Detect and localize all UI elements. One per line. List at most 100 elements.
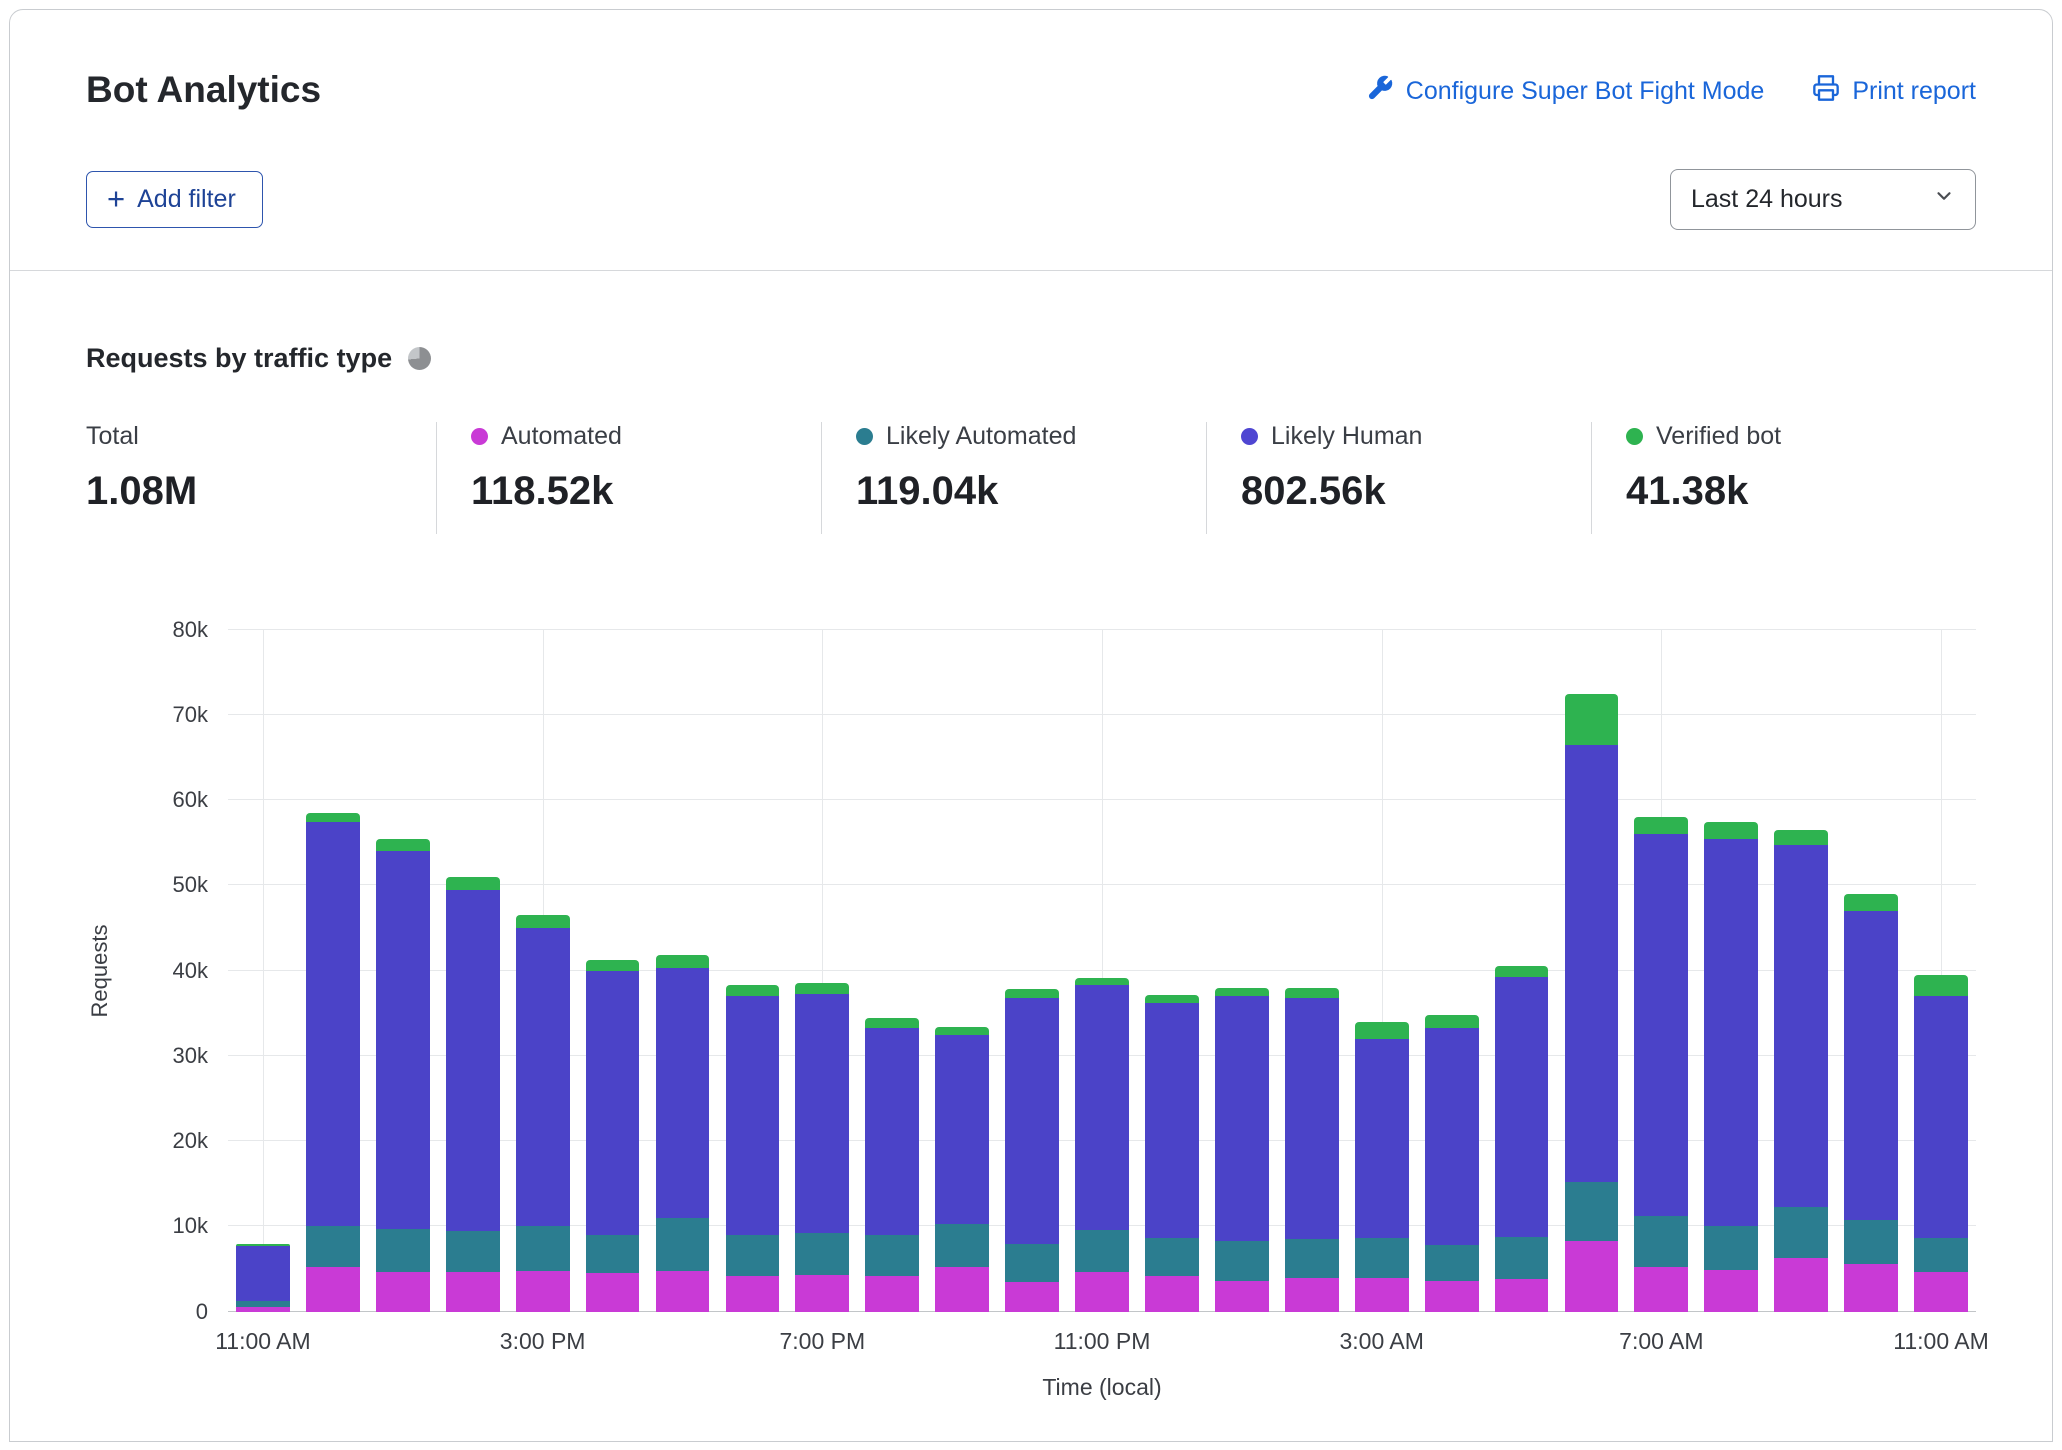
stat-verified-bot: Verified bot 41.38k: [1591, 421, 1976, 534]
bar-segment-verified-bot: [1634, 817, 1689, 835]
bar-segment-automated: [725, 1275, 780, 1312]
bar-slot: [1207, 630, 1277, 1312]
bar-segment-verified-bot: [1284, 987, 1339, 998]
bar-segment-automated: [445, 1271, 500, 1312]
bar-segment-automated: [1634, 1267, 1689, 1312]
stacked-bar[interactable]: [1214, 630, 1269, 1312]
stacked-bar[interactable]: [1354, 630, 1409, 1312]
stat-likely-human: Likely Human 802.56k: [1206, 421, 1591, 534]
stacked-bar[interactable]: [1914, 630, 1968, 1312]
x-axis-tick: 3:00 AM: [1339, 1327, 1424, 1354]
time-range-select[interactable]: Last 24 hours: [1670, 168, 1976, 230]
bar-slot: [368, 630, 438, 1312]
stacked-bar[interactable]: [1284, 630, 1339, 1312]
stat-label: Likely Automated: [886, 421, 1077, 450]
stacked-bar[interactable]: [236, 630, 290, 1312]
bar-slot: [1906, 630, 1976, 1312]
stacked-bar[interactable]: [795, 630, 850, 1312]
y-axis-tick: 40k: [172, 957, 208, 983]
bar-segment-likely-human: [725, 996, 780, 1235]
stacked-bar[interactable]: [1774, 630, 1829, 1312]
bar-slot: [1626, 630, 1696, 1312]
bar-segment-automated: [515, 1270, 570, 1312]
y-axis-tick: 20k: [172, 1128, 208, 1154]
bar-segment-likely-automated: [1145, 1238, 1199, 1276]
bar-segment-likely-human: [1564, 744, 1619, 1183]
bar-slot: [1557, 630, 1627, 1312]
x-axis-tick: 11:00 PM: [1053, 1327, 1151, 1354]
bar-segment-verified-bot: [725, 985, 780, 997]
pie-chart-icon: [408, 346, 432, 370]
bar-segment-likely-human: [865, 1027, 920, 1235]
bar-segment-likely-human: [1914, 996, 1968, 1238]
bar-slot: [648, 630, 718, 1312]
bars: [228, 630, 1976, 1312]
stacked-bar[interactable]: [1145, 630, 1199, 1312]
bar-segment-automated: [1844, 1263, 1899, 1312]
bar-segment-automated: [1564, 1240, 1619, 1312]
bar-segment-likely-automated: [1005, 1243, 1060, 1282]
x-axis-tick: 11:00 AM: [1893, 1327, 1989, 1354]
bar-segment-likely-automated: [375, 1229, 430, 1272]
header-links: Configure Super Bot Fight Mode Print rep…: [1366, 70, 1976, 109]
plus-icon: +: [107, 181, 126, 217]
stacked-bar[interactable]: [1564, 630, 1619, 1312]
stacked-bar[interactable]: [375, 630, 430, 1312]
bar-segment-likely-human: [1494, 976, 1549, 1237]
bar-slot: [578, 630, 648, 1312]
bar-segment-likely-human: [1214, 996, 1269, 1241]
stat-value: 41.38k: [1626, 468, 1749, 513]
bar-slot: [857, 630, 927, 1312]
y-axis-tick: 50k: [172, 872, 208, 898]
bar-segment-automated: [375, 1271, 430, 1312]
stacked-bar[interactable]: [585, 630, 640, 1312]
bar-segment-likely-human: [236, 1246, 290, 1302]
stacked-bar[interactable]: [1494, 630, 1549, 1312]
bar-segment-likely-automated: [1634, 1216, 1689, 1268]
stacked-bar[interactable]: [1844, 630, 1899, 1312]
y-axis-tick: 80k: [172, 616, 208, 642]
bar-segment-automated: [1005, 1281, 1060, 1312]
page-title: Bot Analytics: [86, 69, 322, 110]
main-panel: Requests by traffic type Total 1.08M Aut…: [10, 271, 2052, 1400]
bar-slot: [1696, 630, 1766, 1312]
printer-icon: [1812, 74, 1840, 109]
bar-slot: [787, 630, 857, 1312]
bar-segment-verified-bot: [865, 1018, 920, 1028]
chevron-down-icon: [1933, 185, 1955, 214]
bar-segment-automated: [1075, 1272, 1129, 1312]
plot-area: [228, 628, 1976, 1312]
bar-segment-automated: [1145, 1275, 1199, 1312]
stacked-bar[interactable]: [1704, 630, 1759, 1312]
bar-segment-likely-automated: [305, 1226, 360, 1268]
bar-segment-likely-automated: [585, 1234, 640, 1274]
stacked-bar[interactable]: [935, 630, 990, 1312]
stacked-bar[interactable]: [1634, 630, 1689, 1312]
stacked-bar[interactable]: [305, 630, 360, 1312]
stacked-bar[interactable]: [865, 630, 920, 1312]
bar-segment-likely-human: [1844, 911, 1899, 1220]
stacked-bar[interactable]: [1424, 630, 1479, 1312]
stat-value: 802.56k: [1241, 468, 1386, 513]
bar-slot: [1487, 630, 1557, 1312]
stat-label: Total: [86, 421, 139, 450]
stacked-bar[interactable]: [1005, 630, 1060, 1312]
configure-super-bot-fight-mode-link[interactable]: Configure Super Bot Fight Mode: [1366, 74, 1764, 109]
print-report-link[interactable]: Print report: [1812, 74, 1976, 109]
stacked-bar[interactable]: [445, 630, 500, 1312]
stacked-bar[interactable]: [515, 630, 570, 1312]
add-filter-button[interactable]: + Add filter: [86, 170, 263, 228]
stacked-bar[interactable]: [1075, 630, 1129, 1312]
x-axis-ticks: 11:00 AM 3:00 PM 7:00 PM 11:00 PM 3:00 AM 7:0…: [215, 1312, 1989, 1356]
bar-slot: [508, 630, 578, 1312]
bar-slot: [997, 630, 1067, 1312]
y-axis-tick: 70k: [172, 701, 208, 727]
stat-likely-automated: Likely Automated 119.04k: [821, 421, 1206, 534]
bar-segment-likely-human: [1075, 985, 1129, 1230]
stats-row: Total 1.08M Automated 118.52k Likely Aut…: [86, 421, 1976, 534]
stacked-bar[interactable]: [725, 630, 780, 1312]
bar-slot: [1766, 630, 1836, 1312]
stacked-bar[interactable]: [655, 630, 710, 1312]
bar-segment-verified-bot: [1844, 893, 1899, 912]
bar-segment-verified-bot: [1564, 693, 1619, 745]
